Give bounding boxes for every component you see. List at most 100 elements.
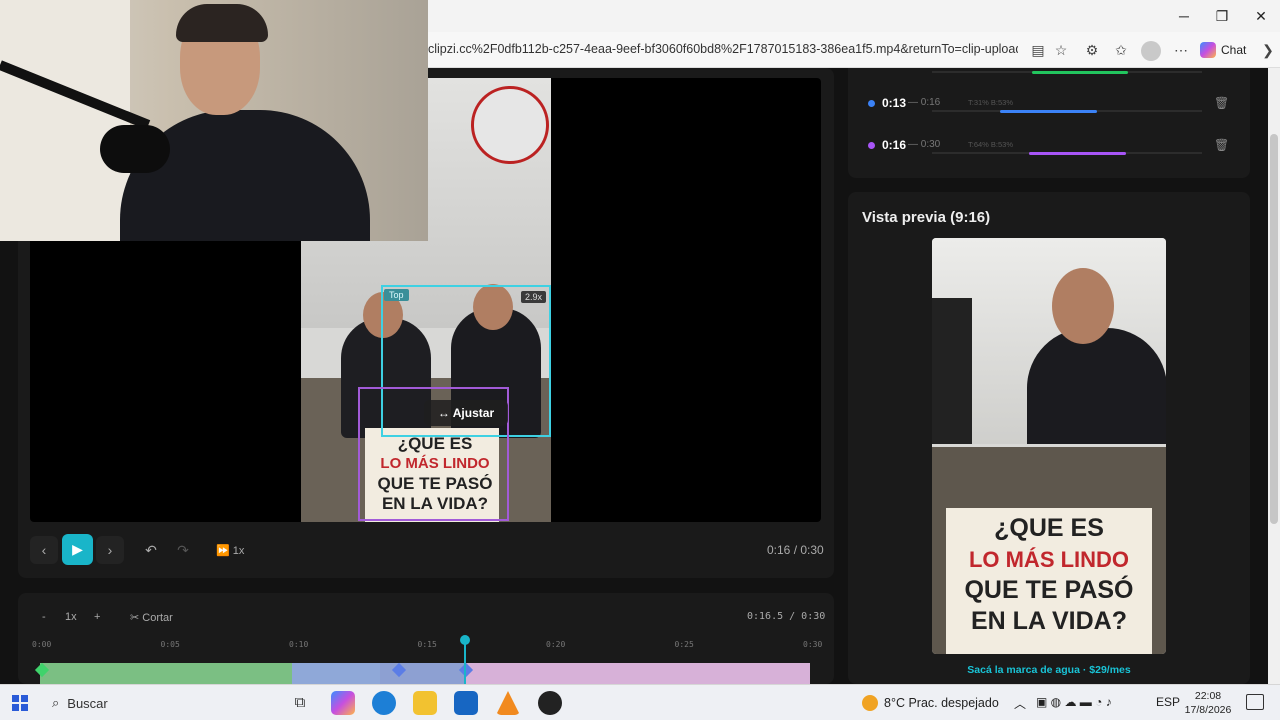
ruler-tick-label: 0:00: [32, 640, 52, 649]
redo-icon[interactable]: ↷: [169, 536, 197, 564]
preview-poster: ¿QUE ES LO MÁS LINDO QUE TE PASÓ EN LA V…: [946, 508, 1152, 654]
segment-meta: T:31% B:53%: [968, 98, 1014, 107]
edge-browser-icon[interactable]: [372, 691, 396, 715]
task-view-icon[interactable]: ⧉: [288, 691, 312, 715]
preview-poster-line-4: EN LA VIDA?: [970, 607, 1128, 635]
delete-segment-icon[interactable]: 🗑: [1214, 96, 1229, 110]
segment-color-dot: [868, 100, 875, 107]
ruler-tick-label: 0:30: [803, 640, 823, 649]
segment-meta: T:64% B:53%: [968, 140, 1014, 149]
copilot-app-icon[interactable]: [331, 691, 355, 715]
ruler-tick-label: 0:10: [289, 640, 309, 649]
microphone-icon: [100, 125, 170, 173]
segment-start-time: 0:13: [882, 96, 907, 110]
sidebar-toggle-icon[interactable]: ❯: [1258, 40, 1278, 60]
language-indicator[interactable]: ESP: [1156, 695, 1180, 709]
tray-app-icons[interactable]: ▣ ◍ ☁ ▬ ◔ ♪: [1036, 695, 1112, 709]
webcam-person-hair: [176, 4, 268, 42]
crop-top-tag: Top: [384, 289, 409, 301]
preview-poster-line-1: ¿QUE ES: [994, 514, 1104, 542]
vlc-icon[interactable]: [496, 691, 520, 715]
minimize-icon[interactable]: ─: [1174, 6, 1194, 26]
adjust-button[interactable]: ↔ Ajustar: [424, 400, 508, 426]
segment-track-2[interactable]: [292, 663, 380, 684]
segment-row[interactable]: 0:16— 0:30 T:64% B:53% 🗑: [868, 136, 1229, 156]
reader-view-icon[interactable]: ▤: [1028, 40, 1048, 60]
webcam-overlay: [0, 0, 428, 241]
segment-end-time: — 0:30: [908, 139, 941, 150]
url-field[interactable]: clipzi.cc%2F0dfb112b-c257-4eaa-9eef-bf30…: [428, 42, 1018, 56]
scrollbar-thumb[interactable]: [1270, 134, 1278, 524]
search-icon: ⌕: [52, 695, 60, 710]
page-scrollbar[interactable]: [1268, 68, 1280, 684]
copilot-chat-button[interactable]: Chat: [1200, 40, 1246, 60]
segment-track-1[interactable]: [40, 663, 292, 684]
weather-sun-icon: [862, 695, 878, 711]
segment-bar-previous: [932, 71, 1202, 74]
undo-icon[interactable]: ↶: [137, 536, 165, 564]
segment-color-dot: [868, 142, 875, 149]
search-label: Buscar: [67, 695, 108, 711]
chat-label: Chat: [1221, 43, 1247, 57]
ruler-tick-label: 0:05: [160, 640, 180, 649]
file-explorer-icon[interactable]: [413, 691, 437, 715]
segment-row[interactable]: 0:13— 0:16 T:31% B:53% 🗑: [868, 94, 1229, 114]
segment-start-time: 0:16: [882, 138, 907, 152]
more-menu-icon[interactable]: ⋯: [1171, 40, 1191, 60]
clock-date: 17/8/2026: [1184, 704, 1232, 716]
playback-controls: ‹ ▶ › ↶ ↷ ⏩ 1x 0:16 / 0:30: [18, 530, 834, 570]
cut-button[interactable]: ✂ Cortar: [130, 611, 173, 624]
delete-segment-icon[interactable]: 🗑: [1214, 138, 1229, 152]
windows-taskbar: ⌕ Buscar ⧉ 8°C Prac. despejado ︿ ▣ ◍ ☁ ▬…: [0, 684, 1280, 720]
preview-top-half: [932, 238, 1166, 444]
channel-logo-icon: [471, 86, 549, 164]
ruler-tick-label: 0:20: [546, 640, 566, 649]
weather-widget[interactable]: 8°C Prac. despejado: [862, 695, 999, 711]
ruler-tick-label: 0:15: [417, 640, 437, 649]
obs-icon[interactable]: [538, 691, 562, 715]
taskbar-search[interactable]: ⌕ Buscar: [42, 689, 280, 717]
segment-track-4[interactable]: [464, 663, 810, 684]
segment-track-3[interactable]: [380, 663, 464, 684]
segment-fill: [999, 110, 1097, 113]
play-button[interactable]: ▶: [62, 534, 93, 565]
scissors-icon: ✂: [130, 612, 140, 624]
extensions-icon[interactable]: ⚙: [1082, 40, 1102, 60]
timeline-zoom-level: 1x: [65, 611, 77, 623]
taskbar-clock[interactable]: 22:08 17/8/2026: [1184, 689, 1232, 717]
weather-text: 8°C Prac. despejado: [884, 696, 999, 710]
webcam-wall: [0, 0, 130, 241]
clock-time: 22:08: [1194, 690, 1222, 702]
timeline-zoom-out-button[interactable]: -: [42, 611, 46, 623]
playhead-handle[interactable]: [460, 635, 470, 645]
ruler-tick-label: 0:25: [674, 640, 694, 649]
remove-watermark-link[interactable]: Sacá la marca de agua · $29/mes: [848, 664, 1250, 676]
prev-frame-button[interactable]: ‹: [30, 536, 58, 564]
crop-zoom-tag: 2.9x: [521, 291, 547, 303]
outlook-icon[interactable]: [454, 691, 478, 715]
preview-side-person: [932, 298, 972, 444]
preview-poster-line-3: QUE TE PASÓ: [964, 576, 1134, 604]
tray-chevron-icon[interactable]: ︿: [1014, 695, 1026, 712]
segment-fill-previous: [1032, 71, 1128, 74]
restore-icon[interactable]: ❐: [1212, 6, 1232, 26]
timeline-time-readout: 0:16.5 / 0:30: [747, 611, 826, 622]
close-icon[interactable]: ✕: [1251, 6, 1271, 26]
preview-title: Vista previa (9:16): [862, 209, 991, 226]
next-frame-button[interactable]: ›: [96, 536, 124, 564]
timeline-zoom-in-button[interactable]: +: [94, 611, 100, 623]
start-menu-icon[interactable]: [12, 695, 28, 711]
segments-panel: 0:13— 0:16 T:31% B:53% 🗑 0:16— 0:30 T:64% B:…: [848, 68, 1250, 178]
segment-bar: [932, 152, 1202, 155]
preview-person: [1027, 328, 1166, 444]
video-time-readout: 0:16 / 0:30: [767, 543, 824, 557]
preview-panel: Vista previa (9:16) ¿QUE ES LO MÁS LINDO…: [848, 192, 1250, 684]
favorite-star-icon[interactable]: ☆: [1051, 40, 1071, 60]
favorites-icon[interactable]: ✩: [1111, 40, 1131, 60]
preview-head: [1052, 268, 1114, 344]
notifications-icon[interactable]: [1246, 694, 1264, 710]
segment-fill: [1029, 152, 1127, 155]
playback-speed[interactable]: ⏩ 1x: [216, 544, 244, 557]
profile-avatar[interactable]: [1141, 41, 1161, 61]
preview-frame: ¿QUE ES LO MÁS LINDO QUE TE PASÓ EN LA V…: [932, 238, 1166, 654]
